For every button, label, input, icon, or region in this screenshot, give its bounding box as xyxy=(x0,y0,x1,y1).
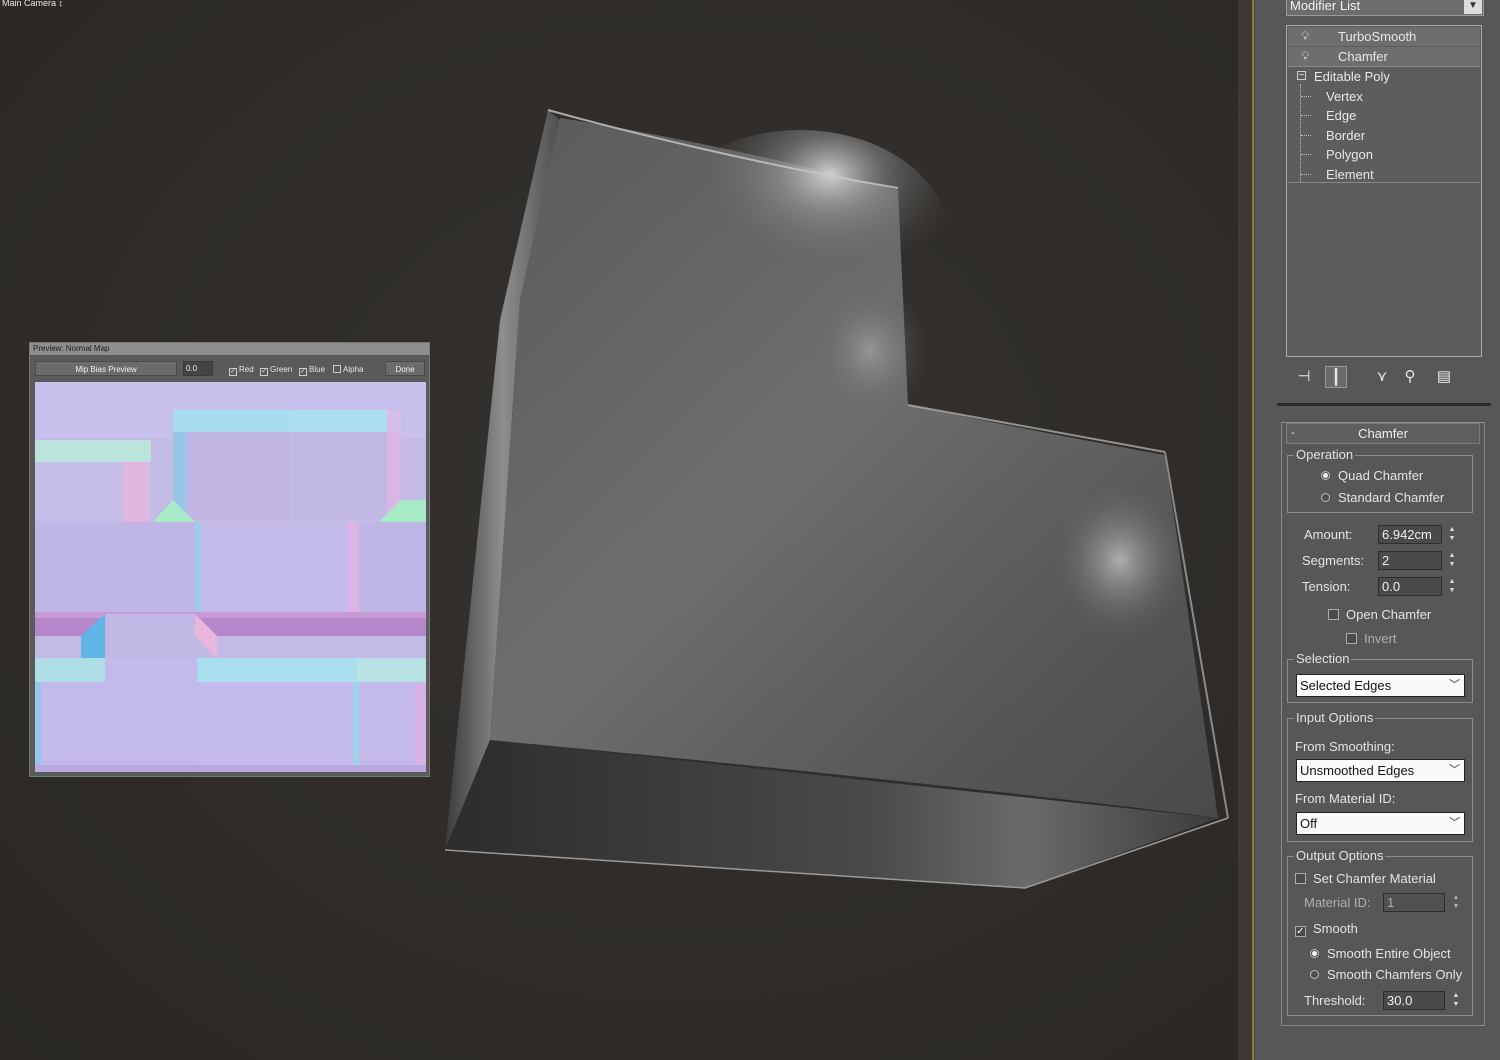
preview-title[interactable]: Preview: Normal Map xyxy=(30,343,429,355)
smooth-checkbox[interactable]: ✓ Smooth xyxy=(1295,921,1358,937)
segments-label: Segments: xyxy=(1302,553,1365,568)
check-icon: ✓ xyxy=(1295,926,1306,937)
viewport[interactable]: Main Camera ↕ Preview: Normal Map Mip Bi… xyxy=(0,0,1238,1060)
panel-divider[interactable] xyxy=(1238,0,1254,1060)
standard-chamfer-radio[interactable]: Standard Chamfer xyxy=(1321,490,1444,506)
material-id-label: Material ID: xyxy=(1304,895,1371,910)
modifier-list-dropdown[interactable]: Modifier List ▼ xyxy=(1286,0,1484,16)
from-smoothing-dropdown[interactable]: Unsmoothed Edges ﹀ xyxy=(1296,759,1465,782)
from-material-id-label: From Material ID: xyxy=(1295,791,1396,806)
show-end-result-icon[interactable]: ┃ xyxy=(1325,366,1347,388)
segments-spinner-arrows[interactable]: ▲ ▼ xyxy=(1446,551,1458,570)
mip-bias-input[interactable]: 0.0 xyxy=(183,361,213,376)
invert-checkbox[interactable]: Invert xyxy=(1346,631,1397,647)
done-button[interactable]: Done xyxy=(385,361,425,376)
modifier-stack[interactable]: 💡︎ TurboSmooth 💡︎ Chamfer − Editable Pol… xyxy=(1286,25,1482,357)
preview-toolbar: Mip Bias Preview 0.0 ✓ Red ✓ Green ✓ Blue A… xyxy=(33,359,426,379)
tension-input[interactable]: 0.0 xyxy=(1378,577,1442,596)
amount-spinner-arrows[interactable]: ▲ ▼ xyxy=(1446,525,1458,544)
open-chamfer-checkbox[interactable]: Open Chamfer xyxy=(1328,607,1431,623)
threshold-spinner-arrows[interactable]: ▲ ▼ xyxy=(1450,991,1462,1010)
from-material-id-dropdown[interactable]: Off ﹀ xyxy=(1296,812,1465,835)
amount-label: Amount: xyxy=(1304,527,1353,542)
smooth-chamfers-only-radio[interactable]: Smooth Chamfers Only xyxy=(1310,967,1462,983)
stack-item-editable-poly[interactable]: − Editable Poly xyxy=(1288,67,1480,86)
threshold-label: Threshold: xyxy=(1304,993,1366,1008)
remove-modifier-icon[interactable]: ⚲ xyxy=(1399,366,1421,388)
amount-input[interactable]: 6.942cm xyxy=(1378,525,1442,544)
collapse-minus-icon[interactable]: − xyxy=(1297,71,1306,81)
chevron-down-icon[interactable]: ▼ xyxy=(1464,0,1482,14)
channel-green-checkbox[interactable]: ✓ Green xyxy=(260,364,292,376)
collapse-minus-icon[interactable]: - xyxy=(1291,424,1295,443)
segments-input[interactable]: 2 xyxy=(1378,551,1442,570)
operation-group: Operation Quad Chamfer Standard Chamfer xyxy=(1287,447,1473,513)
channel-alpha-checkbox[interactable]: Alpha xyxy=(333,364,363,375)
set-chamfer-material-checkbox[interactable]: Set Chamfer Material xyxy=(1295,871,1436,887)
check-icon: ✓ xyxy=(260,368,268,376)
stack-item-polygon[interactable]: Polygon xyxy=(1288,145,1480,164)
make-unique-icon[interactable]: ⋎ xyxy=(1371,366,1393,388)
input-options-group: Input Options From Smoothing: Unsmoothed… xyxy=(1287,710,1473,842)
lightbulb-icon[interactable]: 💡︎ xyxy=(1301,27,1309,46)
selection-dropdown[interactable]: Selected Edges ﹀ xyxy=(1296,674,1465,697)
mip-bias-preview-button[interactable]: Mip Bias Preview xyxy=(35,361,177,376)
channel-blue-checkbox[interactable]: ✓ Blue xyxy=(299,364,325,376)
channel-red-checkbox[interactable]: ✓ Red xyxy=(229,364,254,376)
normal-map-preview-window[interactable]: Preview: Normal Map Mip Bias Preview 0.0… xyxy=(29,342,430,777)
stack-item-border[interactable]: Border xyxy=(1288,126,1480,145)
threshold-input[interactable]: 30.0 xyxy=(1383,991,1445,1010)
modify-panel: Modifier List ▼ 💡︎ TurboSmooth 💡︎ Chamfe… xyxy=(1255,0,1500,1060)
rollout-header[interactable]: - Chamfer xyxy=(1286,423,1480,444)
command-panel: Modifier List ▼ 💡︎ TurboSmooth 💡︎ Chamfe… xyxy=(1238,0,1500,1060)
configure-sets-icon[interactable]: ▤ xyxy=(1433,366,1455,388)
stack-item-edge[interactable]: Edge xyxy=(1288,106,1480,125)
stack-item-turbosmooth[interactable]: 💡︎ TurboSmooth xyxy=(1288,27,1480,46)
chevron-down-icon: ﹀ xyxy=(1449,679,1460,691)
normal-map-image xyxy=(35,382,426,772)
chevron-down-icon: ﹀ xyxy=(1449,764,1460,776)
stack-toolbar: ⊣ ┃ ⋎ ⚲ ▤ xyxy=(1293,366,1483,390)
check-icon: ✓ xyxy=(299,368,307,376)
lightbulb-icon[interactable]: 💡︎ xyxy=(1301,47,1309,66)
tension-spinner-arrows[interactable]: ▲ ▼ xyxy=(1446,577,1458,596)
output-options-group: Output Options Set Chamfer Material Mate… xyxy=(1287,848,1473,1016)
selection-group: Selection Selected Edges ﹀ xyxy=(1287,651,1473,703)
smooth-entire-object-radio[interactable]: Smooth Entire Object xyxy=(1310,946,1451,962)
chevron-down-icon: ﹀ xyxy=(1449,817,1460,829)
pin-stack-icon[interactable]: ⊣ xyxy=(1293,366,1315,388)
stack-item-vertex[interactable]: Vertex xyxy=(1288,87,1480,106)
from-smoothing-label: From Smoothing: xyxy=(1295,739,1395,754)
tension-label: Tension: xyxy=(1302,579,1351,594)
quad-chamfer-radio[interactable]: Quad Chamfer xyxy=(1321,468,1423,484)
chamfer-rollout: - Chamfer Operation Quad Chamfer Standar… xyxy=(1281,422,1485,1026)
check-icon: ✓ xyxy=(229,368,237,376)
material-id-spinner-arrows[interactable]: ▲ ▼ xyxy=(1450,893,1462,912)
material-id-input[interactable]: 1 xyxy=(1383,893,1445,912)
stack-item-chamfer[interactable]: 💡︎ Chamfer xyxy=(1288,47,1480,66)
